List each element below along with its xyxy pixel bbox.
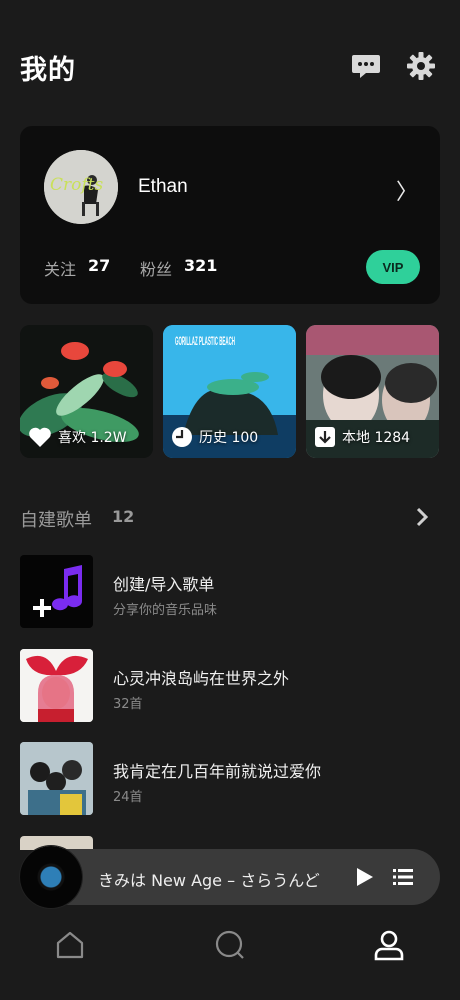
playlist-sub: 24首 [113,790,143,805]
playlist-section-title: 自建歌单 [20,510,92,531]
username[interactable]: Ethan [138,176,188,198]
avatar-image: Crofts [44,150,118,224]
playlist-sub: 32首 [113,697,143,712]
playlist-name[interactable]: 心灵冲浪岛屿在世界之外 [113,665,289,689]
profile-card[interactable]: Crofts Ethan 〉 关注 27 粉丝 321 VIP [20,126,440,304]
fans-label[interactable]: 粉丝 [140,256,172,280]
vip-badge[interactable]: VIP [366,250,420,284]
now-playing-title[interactable]: きみは New Age – さらうんど [98,867,320,891]
local-text: 本地 1284 [342,430,411,446]
play-icon [357,868,373,886]
nav-search-button[interactable] [213,928,247,962]
settings-button[interactable] [405,50,439,84]
history-cover-text: GORILLAZ PLASTIC BEACH [175,334,235,348]
section-chevron-right-icon[interactable] [412,505,432,533]
playlist-cover-art [20,742,93,815]
avatar-script-text: Crofts [50,175,103,195]
profile-chevron-right-icon[interactable]: 〉 [396,174,418,206]
playlist-name[interactable]: 我肯定在几百年前就说过爱你 [113,758,321,782]
follow-label[interactable]: 关注 [44,256,76,280]
history-text: 历史 100 [199,430,259,446]
search-icon [215,930,244,959]
music-note-plus-icon [33,565,83,617]
follow-count[interactable]: 27 [88,256,110,275]
user-icon [374,930,404,961]
local-tile[interactable]: 本地 1284 [306,325,439,458]
now-playing-disc[interactable] [20,846,82,908]
avatar[interactable]: Crofts [44,150,118,224]
playlist-section-count: 12 [112,507,135,526]
playlist-cover-art [20,649,93,722]
playlist-cover[interactable] [20,649,93,722]
create-playlist-cover[interactable] [20,555,93,628]
heart-icon [29,427,51,447]
clock-icon [172,427,192,447]
list-icon [393,869,413,885]
home-icon [56,931,84,959]
liked-tile[interactable]: 喜欢 1.2W [20,325,153,458]
liked-text: 喜欢 1.2W [58,430,127,446]
play-button[interactable] [352,865,376,893]
history-label: 历史 100 [171,426,258,448]
chat-bubble-icon [352,55,380,78]
playlist-name[interactable]: 创建/导入歌单 [113,571,214,595]
playlist-sub: 分享你的音乐品味 [113,603,218,618]
history-tile[interactable]: GORILLAZ PLASTIC BEACH 历史 100 [163,325,296,458]
message-button[interactable] [350,50,384,84]
playlist-queue-button[interactable] [391,865,415,893]
download-icon [315,427,335,447]
page-title: 我的 [20,55,76,86]
gear-icon [407,52,435,80]
nav-profile-button[interactable] [372,928,406,962]
nav-home-button[interactable] [53,928,87,962]
local-label: 本地 1284 [314,426,410,448]
liked-label: 喜欢 1.2W [28,426,127,448]
fans-count[interactable]: 321 [184,256,217,275]
playlist-cover[interactable] [20,742,93,815]
